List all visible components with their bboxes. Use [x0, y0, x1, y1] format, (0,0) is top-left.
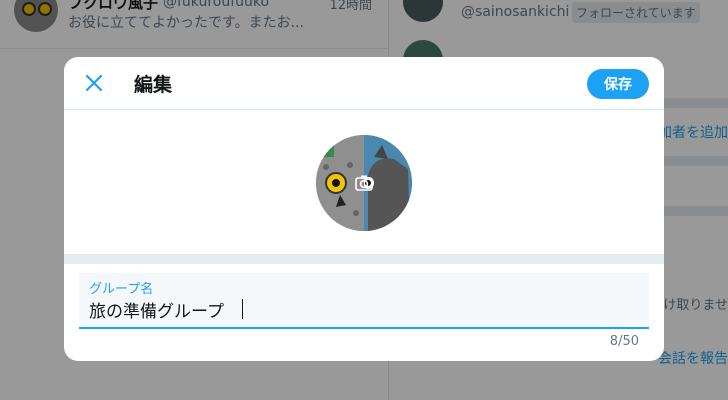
group-avatar-section [64, 110, 664, 254]
group-name-field[interactable]: グループ名 旅の準備グループ [79, 273, 649, 329]
dialog-header: 編集 保存 [64, 57, 664, 110]
save-button[interactable]: 保存 [587, 69, 649, 99]
edit-group-dialog: 編集 保存 グループ名 旅の準備グループ 8/50 [64, 57, 664, 361]
close-button[interactable] [80, 69, 108, 97]
text-caret [242, 299, 243, 319]
group-avatar[interactable] [316, 135, 412, 231]
group-name-input[interactable]: 旅の準備グループ [89, 297, 224, 322]
character-counter: 8/50 [609, 334, 639, 349]
close-icon [85, 74, 103, 92]
camera-icon [354, 173, 374, 193]
section-divider [64, 254, 664, 264]
dialog-title: 編集 [134, 74, 173, 96]
group-name-label: グループ名 [89, 282, 154, 297]
